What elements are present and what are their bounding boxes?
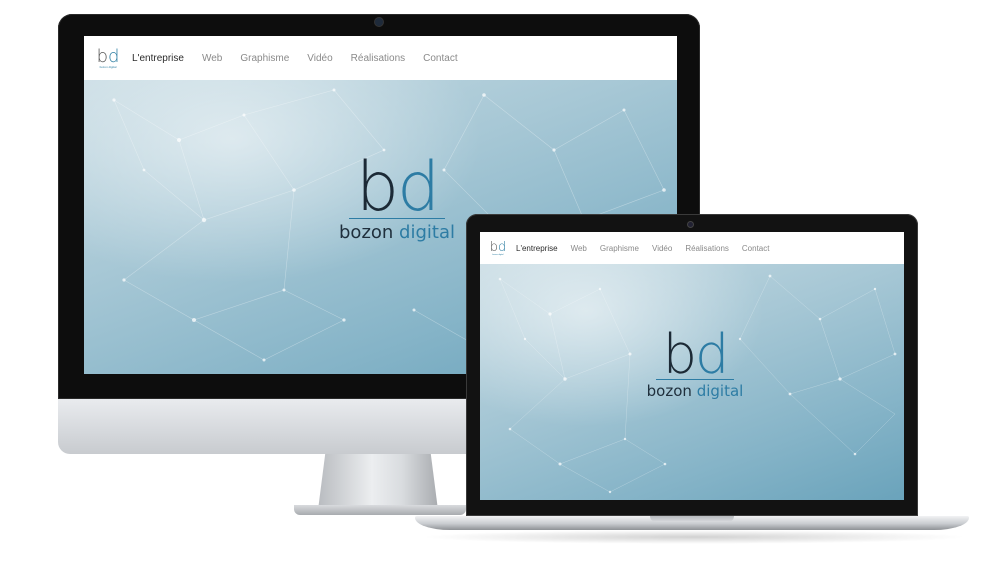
hero-brand-name: bozon digital <box>646 382 744 400</box>
hero-brand-logo: bd bozon digital <box>327 154 467 242</box>
nav-item-contact[interactable]: Contact <box>742 244 770 253</box>
imac-stand <box>318 454 438 510</box>
site-navbar: bd bozon digital L'entreprise Web Graphi… <box>84 36 677 80</box>
nav-item-web[interactable]: Web <box>202 53 222 64</box>
nav-logo[interactable]: bd bozon digital <box>488 241 508 256</box>
nav-logo-mark: bd <box>489 239 507 255</box>
hero-brand-mark: bd <box>355 148 440 227</box>
nav-logo-subtitle: bozon digital <box>492 253 504 256</box>
nav-item-web[interactable]: Web <box>571 244 587 253</box>
hero-brand-logo: bd bozon digital <box>640 328 750 399</box>
nav-item-realisations[interactable]: Réalisations <box>351 53 405 64</box>
nav-item-entreprise[interactable]: L'entreprise <box>132 53 184 64</box>
site-navbar: bd bozon digital L'entreprise Web Graphi… <box>480 232 904 264</box>
nav-item-video[interactable]: Vidéo <box>307 53 332 64</box>
nav-item-graphisme[interactable]: Graphisme <box>600 244 639 253</box>
nav-item-contact[interactable]: Contact <box>423 53 457 64</box>
hero-brand-mark: bd <box>662 323 730 386</box>
imac-foot <box>294 505 466 515</box>
imac-camera <box>375 18 383 26</box>
nav-logo-subtitle: bozon digital <box>99 64 117 69</box>
nav-logo[interactable]: bd bozon digital <box>94 45 122 69</box>
macbook-camera <box>688 222 693 227</box>
nav-logo-mark: bd <box>96 45 120 67</box>
laptop-shadow <box>420 530 968 544</box>
macbook-screen: bd bozon digital L'entreprise Web Graphi… <box>480 232 904 500</box>
nav-item-graphisme[interactable]: Graphisme <box>240 53 289 64</box>
nav-item-realisations[interactable]: Réalisations <box>685 244 729 253</box>
macbook-opening-notch <box>650 516 734 522</box>
nav-item-video[interactable]: Vidéo <box>652 244 672 253</box>
nav-item-entreprise[interactable]: L'entreprise <box>516 244 558 253</box>
hero-brand-name: bozon digital <box>339 222 455 243</box>
